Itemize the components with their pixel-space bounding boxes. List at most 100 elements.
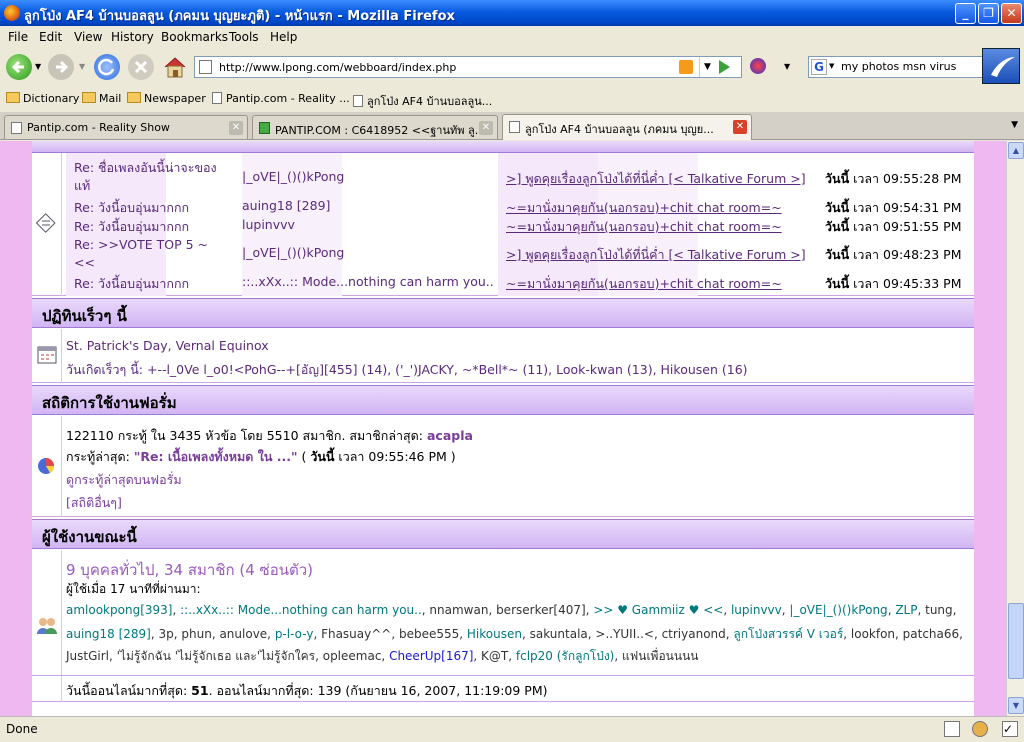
close-tab-icon[interactable]: ✕ xyxy=(479,121,493,135)
scroll-thumb[interactable] xyxy=(1008,603,1024,679)
menu-file[interactable]: File xyxy=(8,30,28,44)
minimize-button[interactable]: _ xyxy=(955,3,976,24)
stop-button[interactable] xyxy=(128,54,154,80)
google-search-engine-icon[interactable]: G xyxy=(811,59,827,75)
vertical-scrollbar[interactable]: ▲ ▼ xyxy=(1006,141,1024,716)
post-forum[interactable]: >] พูดคุยเรื่องลูกโป่งได้ที่นี่ค่ำ [< Ta… xyxy=(506,245,806,265)
birthdays-label: วันเกิดเร็วๆ นี้: xyxy=(66,362,143,377)
close-window-button[interactable]: ✕ xyxy=(1001,3,1022,24)
back-button[interactable] xyxy=(6,54,32,80)
search-engine-dropdown[interactable]: ▼ xyxy=(829,62,834,70)
page-icon xyxy=(353,95,363,107)
user-link[interactable]: Hikousen xyxy=(467,627,522,641)
user-link[interactable]: amlookpong[393] xyxy=(66,603,172,617)
forward-history-dropdown[interactable]: ▼ xyxy=(79,62,85,71)
post-title[interactable]: Re: >>VOTE TOP 5 ~ << xyxy=(74,236,224,272)
post-time: วันนี้ เวลา 09:51:55 PM xyxy=(825,217,961,237)
recent-posts-link[interactable]: ดูกระทู้ล่าสุดบนฟอรั่ม xyxy=(66,470,182,490)
user-link[interactable]: CheerUp[167] xyxy=(389,649,473,663)
user-link[interactable]: lupinvvv xyxy=(731,603,782,617)
post-user[interactable]: |_oVE|_()()kPong xyxy=(242,245,344,260)
more-stats-link[interactable]: [สถิติอื่นๆ] xyxy=(66,493,122,513)
latest-member-link[interactable]: acapla xyxy=(427,428,473,443)
menu-edit[interactable]: Edit xyxy=(39,30,62,44)
post-user[interactable]: |_oVE|_()()kPong xyxy=(242,169,344,184)
user-link[interactable]: |_oVE|_()()kPong xyxy=(789,603,887,617)
url-bar[interactable]: ▼ xyxy=(194,56,742,78)
user-link[interactable]: ::..xXx..:: Mode...nothing can harm you.… xyxy=(180,603,422,617)
post-user[interactable]: lupinvvv xyxy=(242,217,295,232)
close-tab-icon[interactable]: ✕ xyxy=(733,120,747,134)
scroll-up-button[interactable]: ▲ xyxy=(1008,142,1024,159)
latest-post-link[interactable]: "Re: เนื้อเพลงทั้งหมด ใน ..." xyxy=(134,449,298,464)
post-forum[interactable]: ~=มานั่งมาคุยกัน(นอกรอบ)+chit chat room=… xyxy=(506,274,782,294)
home-button[interactable] xyxy=(162,55,188,79)
bookmarks-toolbar: Dictionary Mail Newspaper Pantip.com - R… xyxy=(0,88,1024,112)
menu-tools[interactable]: Tools xyxy=(229,30,259,44)
recent-users-label: ผู้ใช้เมื่อ 17 นาทีที่ผ่านมา: xyxy=(66,582,201,596)
online-users-line-1: amlookpong[393], ::..xXx..:: Mode...noth… xyxy=(66,603,956,617)
user-list-text: , xyxy=(172,603,181,617)
addon-icon[interactable] xyxy=(750,58,766,74)
recent-posts-icon xyxy=(35,213,56,233)
today-label: วันนี้ xyxy=(825,171,850,186)
addon-status-icon[interactable] xyxy=(944,721,960,737)
post-title[interactable]: Re: วังนี้อบอุ่นมากกก xyxy=(74,217,189,237)
user-list-text: , Fhasuay^^, bebee555, xyxy=(313,627,467,641)
post-title[interactable]: Re: วังนี้อบอุ่นมากกก xyxy=(74,274,189,294)
go-button[interactable] xyxy=(719,60,730,74)
check-icon[interactable]: ✓ xyxy=(1002,721,1018,737)
addon-dropdown[interactable]: ▼ xyxy=(784,62,790,71)
post-user[interactable]: ::..xXx..:: Mode...nothing can harm you.… xyxy=(242,274,494,289)
users-icon xyxy=(37,618,57,634)
bookmark-lpong[interactable]: ลูกโป่ง AF4 บ้านบอลลูน... xyxy=(353,92,492,110)
birthdays-list[interactable]: +--l_0Ve l_o0!<PohG--+[อัญ][455] (14), (… xyxy=(147,362,748,377)
bookmark-mail[interactable]: Mail xyxy=(82,92,121,105)
tab-list-dropdown[interactable]: ▼ xyxy=(1011,120,1018,130)
search-input[interactable] xyxy=(841,60,981,73)
url-dropdown-button[interactable]: ▼ xyxy=(699,57,715,77)
post-forum[interactable]: ~=มานั่งมาคุยกัน(นอกรอบ)+chit chat room=… xyxy=(506,198,782,218)
bookmark-dictionary[interactable]: Dictionary xyxy=(6,92,79,105)
menu-history[interactable]: History xyxy=(111,30,154,44)
tab-pantip-reality[interactable]: Pantip.com - Reality Show ✕ xyxy=(4,115,248,139)
smiley-icon[interactable] xyxy=(972,721,988,737)
online-record-box: วันนี้ออนไลน์มากที่สุด: 51. ออนไลน์มากที… xyxy=(32,675,974,702)
user-link[interactable]: ZLP xyxy=(895,603,917,617)
bookmark-label: Newspaper xyxy=(144,92,206,105)
scroll-down-button[interactable]: ▼ xyxy=(1008,697,1024,714)
tab-label: ลูกโป่ง AF4 บ้านบอลลูน (ภคมน บุญย... xyxy=(525,123,714,136)
post-time: วันนี้ เวลา 09:45:33 PM xyxy=(825,274,961,294)
maximize-button[interactable]: ❐ xyxy=(978,3,999,24)
user-link[interactable]: auing18 [289] xyxy=(66,627,151,641)
post-user[interactable]: auing18 [289] xyxy=(242,198,330,213)
close-tab-icon[interactable]: ✕ xyxy=(229,121,243,135)
rss-feed-icon[interactable] xyxy=(679,60,693,74)
tab-lpong[interactable]: ลูกโป่ง AF4 บ้านบอลลูน (ภคมน บุญย... ✕ xyxy=(502,114,752,140)
online-summary[interactable]: 9 บุคคลทั่วไป, 34 สมาชิก (4 ซ่อนตัว) xyxy=(66,558,313,582)
back-history-dropdown[interactable]: ▼ xyxy=(35,62,41,71)
online-users-heading: ผู้ใช้งานขณะนี้ xyxy=(32,519,974,549)
menu-help[interactable]: Help xyxy=(270,30,297,44)
forward-button[interactable] xyxy=(48,54,74,80)
url-input[interactable] xyxy=(219,60,669,75)
post-forum[interactable]: >] พูดคุยเรื่องลูกโป่งได้ที่นี่ค่ำ [< Ta… xyxy=(506,169,806,189)
user-link[interactable]: ลูกโป่งสวรรค์ V เวอร์ xyxy=(733,627,843,641)
user-link[interactable]: fclp20 (รักลูกโป่ง) xyxy=(516,649,614,663)
user-link[interactable]: >> ♥ Gammiiz ♥ << xyxy=(593,603,723,617)
reload-button[interactable] xyxy=(94,54,120,80)
menu-view[interactable]: View xyxy=(74,30,102,44)
bookmark-pantip[interactable]: Pantip.com - Reality ... xyxy=(212,92,350,105)
latest-post-line: กระทู้ล่าสุด: "Re: เนื้อเพลงทั้งหมด ใน .… xyxy=(66,447,456,467)
post-forum[interactable]: ~=มานั่งมาคุยกัน(นอกรอบ)+chit chat room=… xyxy=(506,217,782,237)
bookmark-newspaper[interactable]: Newspaper xyxy=(127,92,206,105)
post-title[interactable]: Re: วังนี้อบอุ่นมากกก xyxy=(74,198,189,218)
calendar-box: St. Patrick's Day, Vernal Equinox วันเกิ… xyxy=(32,329,974,383)
forward-arrow-icon xyxy=(56,60,69,74)
menu-bookmarks[interactable]: Bookmarks xyxy=(161,30,228,44)
calendar-event[interactable]: St. Patrick's Day, Vernal Equinox xyxy=(66,338,269,353)
tab-pantip-c6418952[interactable]: PANTIP.COM : C6418952 <<ฐานทัพ ลู... ✕ xyxy=(252,115,498,139)
user-link[interactable]: p-l-o-y xyxy=(275,627,314,641)
post-title[interactable]: Re: ชื่อเพลงอันนี้น่าจะของแท้ xyxy=(74,159,229,195)
user-list-text: , tung, xyxy=(917,603,957,617)
